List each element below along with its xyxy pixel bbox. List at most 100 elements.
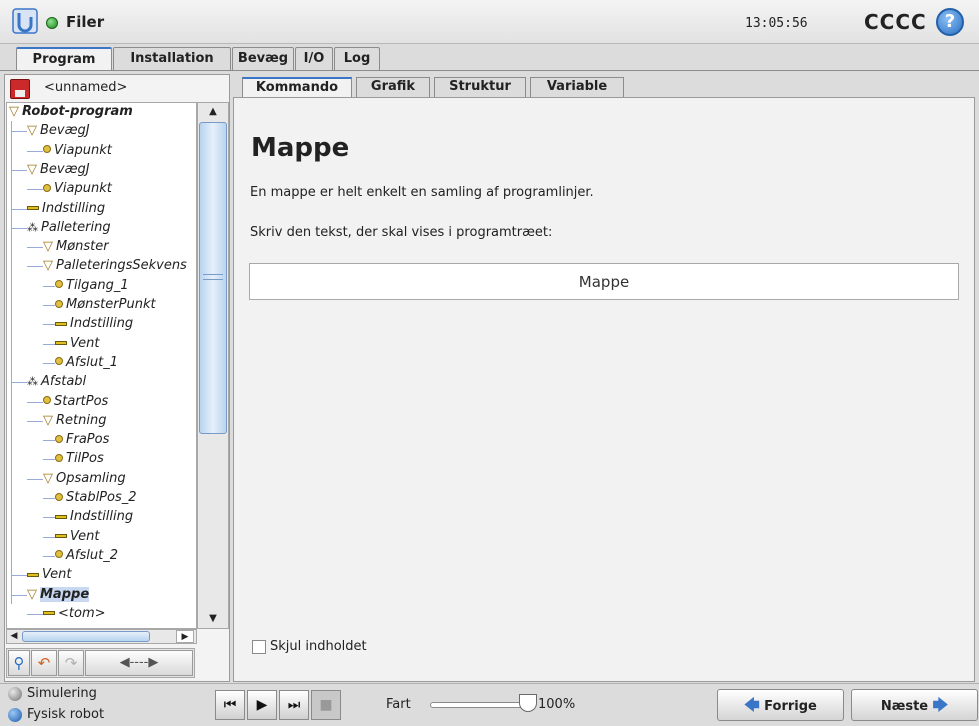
previous-label: Forrige (764, 699, 817, 714)
tree-node-label: Afslut_2 (66, 547, 118, 563)
scroll-up-icon[interactable]: ▲ (198, 103, 228, 121)
tab-variable[interactable]: Variable (530, 77, 624, 97)
tree-node-label: Tilgang_1 (66, 277, 129, 293)
tree-node-label: MønsterPunkt (66, 297, 156, 312)
tree-connector (11, 594, 27, 596)
tree-connector (43, 362, 55, 364)
tree-node[interactable]: Tilgang_1 (55, 277, 129, 295)
tree-node[interactable]: Viapunkt (43, 142, 112, 160)
tree-node[interactable]: ⁂ Afstabl (27, 373, 86, 391)
tree-node-label: Palletering (41, 219, 111, 235)
tree-node[interactable]: ▽ Mappe (27, 586, 90, 604)
tree-node-label: Retning (56, 412, 107, 428)
tree-node[interactable]: ▽ Mønster (43, 238, 109, 256)
tree-node[interactable]: Vent (55, 528, 99, 546)
folder-name-input[interactable] (249, 263, 959, 300)
arrow-left-icon: 🡄 (744, 696, 760, 714)
tree-node-label: StablPos_2 (66, 490, 137, 505)
tree-connector (43, 305, 55, 306)
hide-content-checkbox[interactable] (252, 640, 266, 654)
tree-connector (11, 131, 27, 133)
hide-content-label[interactable]: Skjul indholdet (270, 639, 367, 654)
app-title[interactable]: Filer (66, 13, 104, 31)
command-bar-icon (55, 514, 67, 519)
tree-node[interactable]: ▽ Opsamling (43, 470, 126, 488)
redo-icon[interactable]: ↷ (58, 650, 84, 676)
tree-node[interactable]: Indstilling (55, 315, 133, 333)
tree-connector (11, 575, 27, 577)
tree-node[interactable]: StablPos_2 (55, 489, 137, 507)
speed-slider[interactable] (430, 702, 533, 708)
speed-label: Fart (386, 697, 411, 712)
step-forward-icon[interactable]: ⏭ (279, 690, 309, 720)
tree-node[interactable]: <tom> (43, 605, 106, 623)
tree-node-label: Opsamling (56, 470, 126, 486)
tab-installation[interactable]: Installation (113, 47, 231, 70)
tree-node[interactable]: TilPos (55, 450, 104, 468)
tree-node-label: Afslut_1 (66, 354, 118, 370)
tree-connector (27, 478, 43, 480)
horizontal-scrollbar-thumb[interactable] (22, 631, 150, 642)
tree-connector (43, 440, 55, 442)
tree-node[interactable]: Vent (27, 566, 71, 584)
tree-node[interactable]: Viapunkt (43, 180, 112, 198)
tree-node[interactable]: ▽ Retning (43, 412, 106, 430)
tree-node[interactable]: ▽ PalleteringsSekvens (43, 257, 187, 275)
real-robot-option[interactable]: Fysisk robot (8, 707, 104, 722)
scroll-left-icon[interactable]: ◀ (7, 630, 21, 643)
skip-back-icon[interactable]: ⏮ (215, 690, 245, 720)
simulation-radio-icon[interactable] (8, 686, 22, 701)
tree-node[interactable]: Indstilling (27, 200, 105, 218)
previous-button[interactable]: 🡄 Forrige (717, 689, 844, 721)
play-icon[interactable]: ▶ (247, 690, 277, 720)
speed-slider-knob[interactable] (519, 694, 537, 712)
tree-node-label: Indstilling (70, 509, 134, 525)
tree-node[interactable]: ▽ BevægJ (27, 161, 90, 179)
arrow-right-icon: 🡆 (932, 696, 949, 714)
undo-icon[interactable]: ↶ (31, 650, 57, 676)
tree-connector (43, 324, 55, 326)
node-triangle-icon: ▽ (43, 239, 53, 255)
save-icon[interactable] (10, 79, 30, 99)
tab-divider (0, 70, 979, 71)
tab-kommando[interactable]: Kommando (242, 77, 352, 98)
move-node-icon[interactable]: ◀----▶ (85, 650, 193, 676)
tab-struktur[interactable]: Struktur (434, 77, 526, 97)
tree-connector (11, 208, 27, 210)
tree-node[interactable]: FraPos (55, 431, 109, 449)
tree-connector (43, 536, 55, 538)
waypoint-icon (43, 183, 51, 192)
tree-node[interactable]: Afslut_1 (55, 354, 118, 372)
tree-node[interactable]: Indstilling (55, 508, 133, 526)
tree-node-label: Vent (70, 335, 100, 351)
program-tree[interactable]: ▽ Robot-program ▽ BevægJ Viapunkt ▽ BevægJ Viap… (6, 102, 197, 629)
node-triangle-icon: ▽ (43, 258, 53, 274)
tab-program[interactable]: Program (16, 47, 112, 71)
node-triangle-icon: ▽ (9, 104, 19, 119)
tree-node[interactable]: Vent (55, 335, 99, 353)
grip-icon (203, 274, 223, 280)
tree-node[interactable]: Afslut_2 (55, 547, 118, 565)
tab-bevaeg[interactable]: Bevæg (232, 47, 294, 70)
tab-log[interactable]: Log (334, 47, 380, 70)
tree-node[interactable]: ▽ BevægJ (27, 122, 90, 140)
stop-icon[interactable]: ■ (311, 690, 341, 720)
simulation-label: Simulering (27, 686, 97, 701)
tree-node-label: Vent (70, 528, 100, 544)
tab-io[interactable]: I/O (295, 47, 333, 70)
tree-node[interactable]: MønsterPunkt (55, 296, 156, 314)
tree-connector (27, 247, 43, 249)
scroll-right-icon[interactable]: ▶ (176, 630, 194, 643)
tree-node-label: BevægJ (40, 123, 90, 139)
next-button[interactable]: Næste 🡆 (851, 689, 978, 721)
tab-grafik[interactable]: Grafik (356, 77, 430, 97)
real-robot-radio-icon[interactable] (8, 707, 22, 722)
tree-node[interactable]: StartPos (43, 393, 108, 411)
search-icon[interactable]: ⚲ (8, 650, 30, 676)
help-icon[interactable]: ? (936, 8, 964, 36)
scroll-down-icon[interactable]: ▼ (198, 610, 228, 628)
tree-node[interactable]: ▽ Robot-program (9, 103, 133, 121)
tree-node-label: Mappe (40, 586, 90, 602)
tree-node[interactable]: ⁂ Palletering (27, 219, 111, 237)
simulation-option[interactable]: Simulering (8, 686, 97, 701)
